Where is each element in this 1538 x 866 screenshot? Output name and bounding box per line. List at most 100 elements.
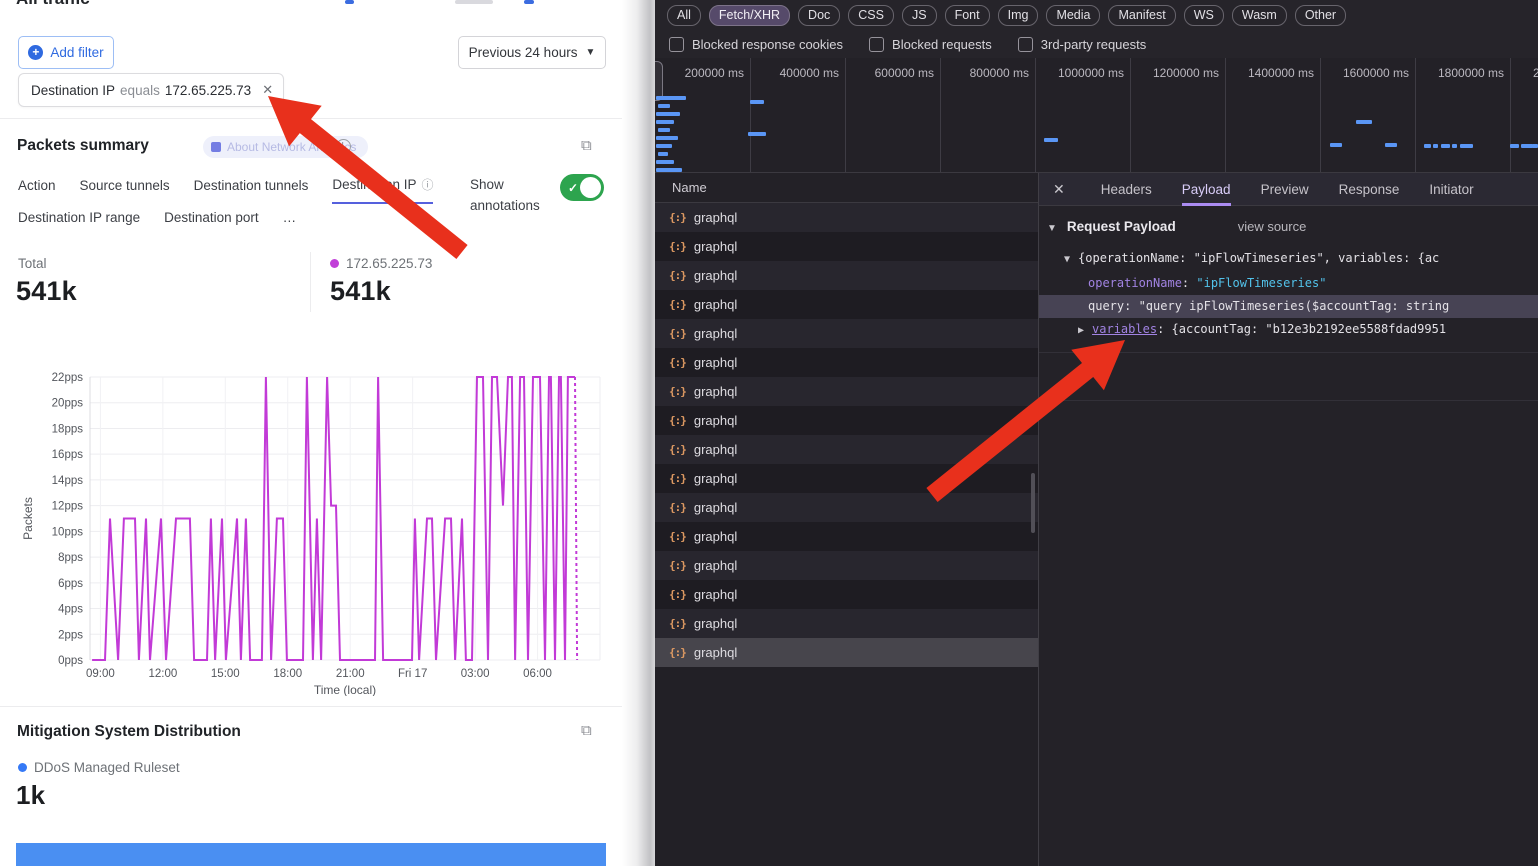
filter-pill-ws[interactable]: WS [1184, 5, 1224, 26]
detail-tab-initiator[interactable]: Initiator [1429, 173, 1473, 206]
json-fetch-icon: {:} [669, 414, 686, 427]
chevron-down-icon: ▼ [585, 47, 595, 58]
divider [0, 706, 622, 707]
ruler-gridline [1035, 58, 1036, 172]
checkbox-blocked-response-cookies[interactable]: Blocked response cookies [669, 37, 843, 52]
ruler-tick-label: 1000000 ms [1058, 66, 1124, 80]
overview-drag-handle[interactable] [655, 61, 663, 101]
time-range-label: Previous 24 hours [469, 45, 578, 60]
json-fetch-icon: {:} [669, 298, 686, 311]
payload-text: {operationName: "ipFlowTimeseries", vari… [1078, 251, 1439, 265]
svg-text:4pps: 4pps [58, 604, 83, 616]
checkbox-box[interactable] [669, 37, 684, 52]
tab-destination-tunnels[interactable]: Destination tunnels [194, 176, 309, 204]
divider [0, 118, 622, 119]
ruler-tick-label: 400000 ms [773, 66, 839, 80]
view-source-link[interactable]: view source [1238, 219, 1307, 234]
tab-source-tunnels[interactable]: Source tunnels [80, 176, 170, 204]
popout-icon[interactable]: ⧉ [581, 722, 592, 739]
filter-pill-all[interactable]: All [667, 5, 701, 26]
stat-total-value: 541k [16, 276, 77, 307]
filter-pill-font[interactable]: Font [945, 5, 990, 26]
detail-tab-preview[interactable]: Preview [1261, 173, 1309, 206]
clipped-toolbar-icon [345, 0, 354, 4]
detail-tab-payload[interactable]: Payload [1182, 173, 1231, 206]
request-payload-section[interactable]: ▼ Request Payload view source [1047, 219, 1306, 234]
scrollbar-gutter[interactable] [622, 0, 655, 866]
tab-label: Destination tunnels [194, 178, 309, 193]
request-name: graphql [694, 500, 737, 515]
tab-destination-ip[interactable]: Destination IPⓘ [332, 176, 433, 204]
filter-pill-fetch-xhr[interactable]: Fetch/XHR [709, 5, 790, 26]
tab-destination-ip-range[interactable]: Destination IP range [18, 210, 140, 234]
payload-row[interactable]: operationName: "ipFlowTimeseries" [1088, 276, 1326, 290]
checkbox-box[interactable] [1018, 37, 1033, 52]
triangle-right-icon[interactable]: ▶ [1078, 325, 1084, 336]
ruler-gridline [940, 58, 941, 172]
request-row[interactable]: {:}graphql [655, 609, 1038, 638]
scrollbar-thumb[interactable] [1031, 473, 1035, 533]
mitigation-bar [16, 843, 606, 866]
stat-total: Total [18, 256, 47, 271]
ruler-tick-label: 1800000 ms [1438, 66, 1504, 80]
request-row[interactable]: {:}graphql [655, 464, 1038, 493]
popout-icon[interactable]: ⧉ [581, 137, 592, 154]
request-row[interactable]: {:}graphql [655, 319, 1038, 348]
payload-row[interactable]: ▼ {operationName: "ipFlowTimeseries", var… [1064, 251, 1439, 265]
add-filter-button[interactable]: + Add filter [18, 36, 114, 69]
filter-pill-img[interactable]: Img [998, 5, 1039, 26]
svg-text:03:00: 03:00 [461, 668, 490, 680]
time-range-dropdown[interactable]: Previous 24 hours ▼ [458, 36, 606, 69]
request-row[interactable]: {:}graphql [655, 638, 1038, 667]
toggle-knob [580, 177, 601, 198]
triangle-down-icon[interactable]: ▼ [1064, 254, 1070, 265]
payload-row[interactable]: query: "query ipFlowTimeseries($accountT… [1088, 299, 1449, 313]
network-overview-timeline[interactable]: 200000 ms400000 ms600000 ms800000 ms1000… [655, 58, 1538, 173]
request-row[interactable]: {:}graphql [655, 406, 1038, 435]
request-row[interactable]: {:}graphql [655, 435, 1038, 464]
request-row[interactable]: {:}graphql [655, 522, 1038, 551]
request-row[interactable]: {:} graphql [655, 261, 1038, 290]
json-fetch-icon: {:} [669, 269, 686, 282]
payload-row[interactable]: ▶variables: {accountTag: "b12e3b2192ee55… [1078, 322, 1446, 336]
detail-tab-response[interactable]: Response [1339, 173, 1400, 206]
request-row[interactable]: {:}graphql [655, 377, 1038, 406]
request-name: graphql [694, 558, 737, 573]
request-row[interactable]: {:}graphql [655, 290, 1038, 319]
request-row[interactable]: {:}graphql [655, 551, 1038, 580]
request-payload-title: Request Payload [1067, 219, 1176, 234]
tab--[interactable]: … [283, 210, 297, 234]
request-row[interactable]: {:}graphql [655, 348, 1038, 377]
filter-chip[interactable]: Destination IP equals 172.65.225.73 ✕ [18, 73, 284, 107]
tab-action[interactable]: Action [18, 176, 56, 204]
svg-text:16pps: 16pps [52, 449, 84, 461]
filter-pill-css[interactable]: CSS [848, 5, 894, 26]
waterfall-bar [656, 168, 682, 172]
filter-pill-media[interactable]: Media [1046, 5, 1100, 26]
remove-filter-icon[interactable]: ✕ [262, 82, 273, 98]
request-name: graphql [694, 268, 737, 283]
json-fetch-icon: {:} [669, 240, 686, 253]
request-row[interactable]: {:}graphql [655, 203, 1038, 232]
filter-pill-wasm[interactable]: Wasm [1232, 5, 1287, 26]
request-row[interactable]: {:}graphql [655, 232, 1038, 261]
show-annotations-toggle[interactable]: ✓ [560, 174, 604, 201]
packets-line-chart: 0pps2pps4pps6pps8pps10pps12pps14pps16pps… [0, 356, 622, 696]
filter-pill-manifest[interactable]: Manifest [1108, 5, 1175, 26]
name-column-label: Name [672, 180, 707, 195]
close-icon[interactable]: ✕ [1053, 181, 1065, 198]
checkbox-blocked-requests[interactable]: Blocked requests [869, 37, 992, 52]
tab-destination-port[interactable]: Destination port [164, 210, 259, 234]
filter-pill-js[interactable]: JS [902, 5, 937, 26]
detail-tab-headers[interactable]: Headers [1101, 173, 1152, 206]
request-row[interactable]: {:} graphql [655, 493, 1038, 522]
filter-pill-other[interactable]: Other [1295, 5, 1346, 26]
request-row[interactable]: {:}graphql [655, 580, 1038, 609]
json-fetch-icon: {:} [669, 501, 686, 514]
filter-pill-doc[interactable]: Doc [798, 5, 840, 26]
checkbox-3rd-party-requests[interactable]: 3rd-party requests [1018, 37, 1147, 52]
info-icon[interactable]: ⓘ [421, 176, 433, 193]
checkbox-box[interactable] [869, 37, 884, 52]
request-name: graphql [694, 442, 737, 457]
name-column-header[interactable]: Name [655, 173, 1038, 203]
